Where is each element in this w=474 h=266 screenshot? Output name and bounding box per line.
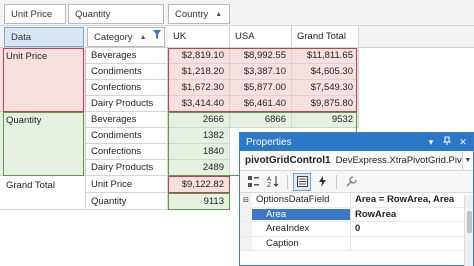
data-cell[interactable]: 6866 <box>230 112 292 128</box>
toolbar-separator <box>287 174 288 189</box>
property-row-caption[interactable]: Caption <box>240 236 473 251</box>
filter-header-area: Unit Price Quantity Country ▲ <box>0 0 474 26</box>
field-unit-price[interactable]: Unit Price <box>4 4 66 24</box>
properties-icon[interactable] <box>293 172 311 191</box>
field-quantity[interactable]: Quantity <box>68 4 164 24</box>
row-header-category[interactable]: Confections <box>86 80 168 96</box>
property-row-options-data-field[interactable]: ⊟ OptionsDataField Area = RowArea, Area <box>240 193 473 208</box>
data-cell[interactable]: $1,672.30 <box>168 80 230 96</box>
row-header-category[interactable]: Dairy Products <box>86 96 168 112</box>
column-header-uk[interactable]: UK <box>168 26 230 48</box>
data-cell[interactable]: 9532 <box>292 112 359 128</box>
field-category[interactable]: Category ▲ <box>87 27 165 47</box>
property-row-area[interactable]: Area RowArea ▼ <box>240 207 473 222</box>
data-cell[interactable]: $3,414.40 <box>168 96 230 112</box>
row-header-unit-price[interactable]: Unit Price <box>0 48 86 112</box>
chevron-down-icon[interactable]: ▼ <box>461 151 473 170</box>
data-cell[interactable]: $1,218.20 <box>168 64 230 80</box>
data-cell[interactable]: 1840 <box>168 144 230 160</box>
sort-up-icon: ▲ <box>215 10 223 18</box>
dropdown-icon[interactable]: ▾ <box>425 136 437 148</box>
data-cell[interactable]: $5,877.00 <box>230 80 292 96</box>
data-cell[interactable]: 1382 <box>168 128 230 144</box>
row-header-category[interactable]: Dairy Products <box>86 160 168 176</box>
row-header-quantity[interactable]: Quantity <box>0 112 86 176</box>
object-selector[interactable]: pivotGridControl1 DevExpress.XtraPivotGr… <box>240 151 473 171</box>
field-data[interactable]: Data <box>4 27 84 47</box>
data-cell[interactable]: $8,992.55 <box>230 48 292 64</box>
sort-up-icon: ▲ <box>139 33 147 41</box>
properties-scrollbar[interactable] <box>464 195 473 266</box>
close-icon[interactable]: ✕ <box>457 136 469 148</box>
row-field-header-area: Data Category ▲ UK USA Grand Total <box>0 26 474 48</box>
alphabetical-icon[interactable]: AZ <box>264 173 282 191</box>
pin-icon[interactable] <box>441 136 453 148</box>
data-cell[interactable]: $9,875.80 <box>292 96 359 112</box>
events-icon[interactable] <box>313 173 331 191</box>
column-header-grand-total[interactable]: Grand Total <box>292 26 359 48</box>
properties-toolbar: AZ <box>240 171 473 193</box>
data-cell[interactable]: $9,122.82 <box>168 176 230 193</box>
field-country[interactable]: Country ▲ <box>168 4 230 24</box>
row-header-category[interactable]: Condiments <box>86 128 168 144</box>
data-cell[interactable]: $6,461.40 <box>230 96 292 112</box>
column-header-usa[interactable]: USA <box>230 26 292 48</box>
row-header-category[interactable]: Beverages <box>86 48 168 64</box>
data-cell[interactable]: $3,387.10 <box>230 64 292 80</box>
row-header-category[interactable]: Confections <box>86 144 168 160</box>
toolbar-separator <box>336 174 337 189</box>
property-value-area[interactable]: RowArea ▼ <box>350 207 473 221</box>
scrollbar-thumb[interactable] <box>467 211 472 233</box>
row-header-grand-total[interactable]: Grand Total <box>0 176 86 210</box>
row-header-category[interactable]: Condiments <box>86 64 168 80</box>
collapse-icon[interactable]: ⊟ <box>240 193 252 207</box>
svg-text:Z: Z <box>267 182 271 188</box>
data-cell[interactable]: $7,549.30 <box>292 80 359 96</box>
data-cell[interactable]: $4,605.30 <box>292 64 359 80</box>
filter-icon[interactable] <box>153 30 161 40</box>
row-header-category[interactable]: Beverages <box>86 112 168 128</box>
data-cell[interactable]: $2,819.10 <box>168 48 230 64</box>
row-header-grand-total-quantity[interactable]: Quantity <box>86 193 168 210</box>
properties-title-bar: Properties ▾ ✕ <box>240 133 473 151</box>
property-row-area-index[interactable]: AreaIndex 0 <box>240 222 473 237</box>
row-header-grand-total-unit-price[interactable]: Unit Price <box>86 176 168 193</box>
data-cell[interactable]: 2666 <box>168 112 230 128</box>
data-cell[interactable]: 2489 <box>168 160 230 176</box>
wrench-icon[interactable] <box>342 173 360 191</box>
properties-window: Properties ▾ ✕ pivotGridControl1 DevExpr… <box>239 132 474 266</box>
categorized-icon[interactable] <box>244 173 262 191</box>
data-cell[interactable]: 9113 <box>168 193 230 210</box>
data-cell[interactable]: $11,811.65 <box>292 48 359 64</box>
properties-title: Properties <box>246 136 292 148</box>
